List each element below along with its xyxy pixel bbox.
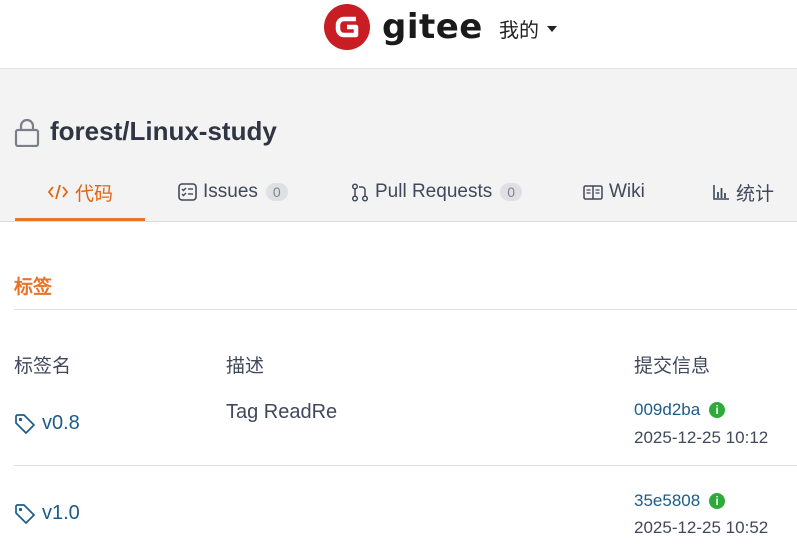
tag-link[interactable]: v1.0 xyxy=(14,502,80,525)
tag-name: v0.8 xyxy=(42,412,80,434)
verified-info-icon[interactable]: i xyxy=(709,493,726,509)
commit-sha: 009d2ba xyxy=(634,400,701,419)
pull-requests-count-badge: 0 xyxy=(500,183,523,201)
column-header-tag-name: 标签名 xyxy=(14,356,72,377)
tab-code[interactable]: 代码 xyxy=(47,180,114,205)
pull-request-icon xyxy=(351,182,369,202)
commit-date: 2025-12-25 10:52 xyxy=(634,518,769,537)
tab-issues-label: Issues xyxy=(203,181,258,202)
repo-title: forest/Linux-study xyxy=(14,116,277,147)
row-divider xyxy=(14,465,797,466)
column-header-description: 描述 xyxy=(226,356,265,377)
tab-statistics-label: 统计 xyxy=(736,183,775,205)
gitee-logo[interactable]: gitee xyxy=(324,4,483,50)
code-icon xyxy=(47,184,69,200)
tag-icon xyxy=(15,413,35,434)
logo-text: gitee xyxy=(382,7,483,47)
my-menu[interactable]: 我的 xyxy=(499,14,557,43)
tag-name: v1.0 xyxy=(42,502,80,524)
active-tab-indicator xyxy=(15,218,145,221)
bar-chart-icon xyxy=(713,184,729,200)
tag-icon xyxy=(15,503,35,524)
section-title: 标签 xyxy=(14,277,53,298)
issues-icon xyxy=(178,183,197,201)
issues-count-badge: 0 xyxy=(265,183,288,201)
repo-name[interactable]: forest/Linux-study xyxy=(50,116,277,147)
commit-date: 2025-12-25 10:12 xyxy=(634,428,769,447)
tab-code-label: 代码 xyxy=(75,183,114,205)
tab-wiki-label: Wiki xyxy=(609,181,645,202)
lock-icon xyxy=(14,118,40,147)
tag-description: Tag ReadRe xyxy=(226,401,338,423)
verified-info-icon[interactable]: i xyxy=(709,402,726,418)
tab-pull-requests[interactable]: Pull Requests 0 xyxy=(351,180,523,204)
caret-down-icon xyxy=(547,25,557,32)
commit-sha-link[interactable]: 35e5808 i xyxy=(634,491,726,511)
tab-issues[interactable]: Issues 0 xyxy=(178,180,288,204)
gitee-logo-icon xyxy=(324,4,370,50)
commit-sha-link[interactable]: 009d2ba i xyxy=(634,400,726,420)
section-divider xyxy=(14,309,797,310)
top-navbar: gitee 我的 xyxy=(0,0,797,69)
tag-link[interactable]: v0.8 xyxy=(14,412,80,435)
tab-statistics[interactable]: 统计 xyxy=(712,180,775,205)
my-menu-label: 我的 xyxy=(499,20,539,42)
tab-pull-requests-label: Pull Requests xyxy=(375,181,493,202)
tab-wiki[interactable]: Wiki xyxy=(583,180,645,204)
commit-sha: 35e5808 xyxy=(634,491,701,510)
book-icon xyxy=(583,184,603,200)
column-header-commit-info: 提交信息 xyxy=(634,356,711,377)
